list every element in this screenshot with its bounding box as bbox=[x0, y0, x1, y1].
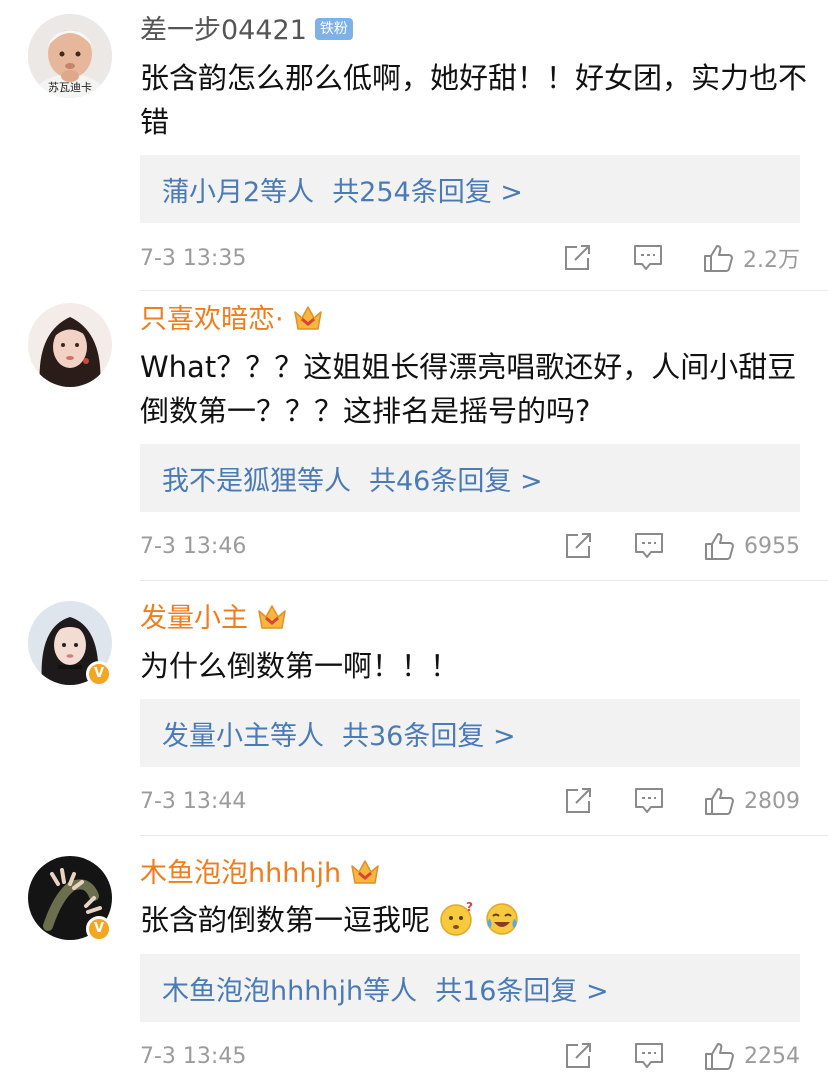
verified-icon: V bbox=[86, 916, 112, 942]
action-bar: 2809 bbox=[564, 786, 800, 816]
comment-meta: 7-3 13:35 2.2万 bbox=[140, 238, 800, 278]
comment-meta: 7-3 13:46 6955 bbox=[140, 526, 800, 566]
username-text[interactable]: 发量小主 bbox=[140, 603, 248, 634]
crown-icon bbox=[256, 603, 288, 631]
verified-icon: V bbox=[86, 661, 112, 687]
username-text[interactable]: 只喜欢暗恋· bbox=[140, 304, 284, 335]
reply-names: 发量小主等人 bbox=[162, 720, 324, 752]
share-icon[interactable] bbox=[564, 532, 594, 560]
replies-link[interactable]: 木鱼泡泡hhhhjh等人 共16条回复 > bbox=[140, 954, 800, 1022]
comment-meta: 7-3 13:44 2809 bbox=[140, 781, 800, 821]
comment-text: 张含韵怎么那么低啊，她好甜！！好女团，实力也不错 bbox=[140, 61, 808, 139]
like-count: 6955 bbox=[744, 533, 800, 559]
avatar[interactable] bbox=[28, 303, 112, 387]
replies-link[interactable]: 发量小主等人 共36条回复 > bbox=[140, 699, 800, 767]
comment-icon[interactable] bbox=[634, 787, 664, 815]
crown-icon bbox=[292, 304, 324, 332]
comment-text: 为什么倒数第一啊！！！ bbox=[140, 649, 460, 683]
comment-item: 只喜欢暗恋· What？？？这姐姐长得漂亮唱歌还好，人间小甜豆倒数第一？？？这排… bbox=[0, 291, 828, 580]
username[interactable]: 差一步04421 铁粉 bbox=[140, 14, 353, 48]
username[interactable]: 木鱼泡泡hhhhjh bbox=[140, 857, 381, 891]
comment-icon[interactable] bbox=[634, 1042, 664, 1070]
comment-item: 苏瓦迪卡 差一步04421 铁粉 张含韵怎么那么低啊，她好甜！！好女团，实力也不错… bbox=[0, 0, 828, 290]
action-bar: 6955 bbox=[564, 531, 800, 561]
username-text[interactable]: 差一步04421 bbox=[140, 15, 307, 46]
timestamp: 7-3 13:44 bbox=[140, 788, 247, 814]
share-icon[interactable] bbox=[564, 787, 594, 815]
timestamp: 7-3 13:45 bbox=[140, 1043, 247, 1069]
comment-text: 张含韵倒数第一逗我呢 ? bbox=[140, 898, 810, 942]
like-count: 2254 bbox=[744, 1043, 800, 1069]
timestamp: 7-3 13:46 bbox=[140, 533, 247, 559]
crying-laugh-emoji-icon bbox=[484, 901, 520, 937]
comment-text: What？？？这姐姐长得漂亮唱歌还好，人间小甜豆倒数第一？？？这排名是摇号的吗? bbox=[140, 350, 797, 428]
comment-icon[interactable] bbox=[634, 532, 664, 560]
reply-count: 共36条回复 > bbox=[342, 720, 516, 752]
timestamp: 7-3 13:35 bbox=[140, 245, 247, 271]
comment-text-body: 张含韵倒数第一逗我呢 bbox=[140, 903, 431, 937]
username[interactable]: 发量小主 bbox=[140, 602, 288, 636]
action-bar: 2254 bbox=[564, 1041, 800, 1071]
like-count: 2.2万 bbox=[743, 248, 800, 273]
confused-emoji-icon: ? bbox=[439, 901, 475, 937]
comment-item: V 木鱼泡泡hhhhjh 张含韵倒数第一逗我呢 ? 木鱼泡泡hhhhjh等人 共1… bbox=[0, 836, 828, 1074]
avatar[interactable]: 苏瓦迪卡 bbox=[28, 14, 112, 98]
share-icon[interactable] bbox=[564, 1042, 594, 1070]
like-count: 2809 bbox=[744, 788, 800, 814]
action-bar: 2.2万 bbox=[563, 242, 800, 274]
username-text[interactable]: 木鱼泡泡hhhhjh bbox=[140, 858, 341, 889]
comment-item: V 发量小主 为什么倒数第一啊！！！ 发量小主等人 共36条回复 > 7-3 13… bbox=[0, 581, 828, 835]
reply-names: 蒲小月2等人 bbox=[162, 176, 315, 208]
like-icon[interactable] bbox=[703, 243, 735, 273]
replies-link[interactable]: 我不是狐狸等人 共46条回复 > bbox=[140, 444, 800, 512]
share-icon[interactable] bbox=[563, 244, 593, 272]
like-icon[interactable] bbox=[704, 1041, 736, 1071]
like-icon[interactable] bbox=[704, 786, 736, 816]
reply-count: 共46条回复 > bbox=[369, 465, 543, 497]
svg-text:?: ? bbox=[466, 901, 473, 914]
reply-count: 共16条回复 > bbox=[435, 975, 609, 1007]
comment-icon[interactable] bbox=[633, 244, 663, 272]
crown-icon bbox=[349, 858, 381, 886]
username[interactable]: 只喜欢暗恋· bbox=[140, 303, 324, 337]
fan-badge: 铁粉 bbox=[314, 17, 353, 40]
reply-names: 我不是狐狸等人 bbox=[162, 465, 351, 497]
comment-meta: 7-3 13:45 2254 bbox=[140, 1036, 800, 1074]
reply-names: 木鱼泡泡hhhhjh等人 bbox=[162, 975, 418, 1007]
like-icon[interactable] bbox=[704, 531, 736, 561]
reply-count: 共254条回复 > bbox=[332, 176, 523, 208]
replies-link[interactable]: 蒲小月2等人 共254条回复 > bbox=[140, 155, 800, 223]
avatar-caption: 苏瓦迪卡 bbox=[48, 81, 92, 94]
